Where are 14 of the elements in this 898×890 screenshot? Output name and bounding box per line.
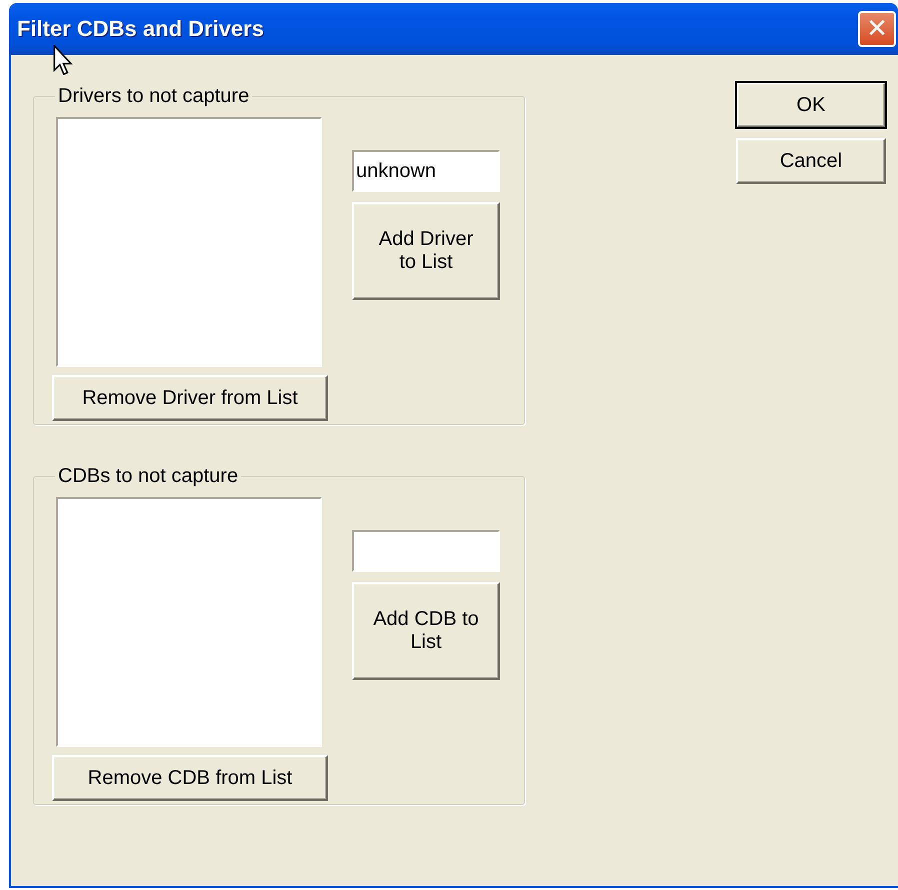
cancel-button[interactable]: Cancel bbox=[736, 138, 886, 184]
input-field[interactable]: unknown bbox=[352, 150, 500, 192]
add-button[interactable]: Add CDB to List bbox=[352, 582, 500, 680]
input-field[interactable] bbox=[352, 530, 500, 572]
remove-button[interactable]: Remove Driver from List bbox=[52, 375, 328, 421]
group-label: Drivers to not capture bbox=[57, 85, 250, 108]
window-title: Filter CDBs and Drivers bbox=[17, 16, 264, 42]
ok-button[interactable]: OK bbox=[736, 82, 886, 128]
group-label: CDBs to not capture bbox=[57, 465, 240, 488]
remove-button[interactable]: Remove CDB from List bbox=[52, 755, 328, 801]
mouse-pointer-icon bbox=[53, 45, 73, 75]
list-box[interactable] bbox=[56, 497, 322, 747]
list-box[interactable] bbox=[56, 117, 322, 367]
add-button[interactable]: Add Driver to List bbox=[352, 202, 500, 300]
